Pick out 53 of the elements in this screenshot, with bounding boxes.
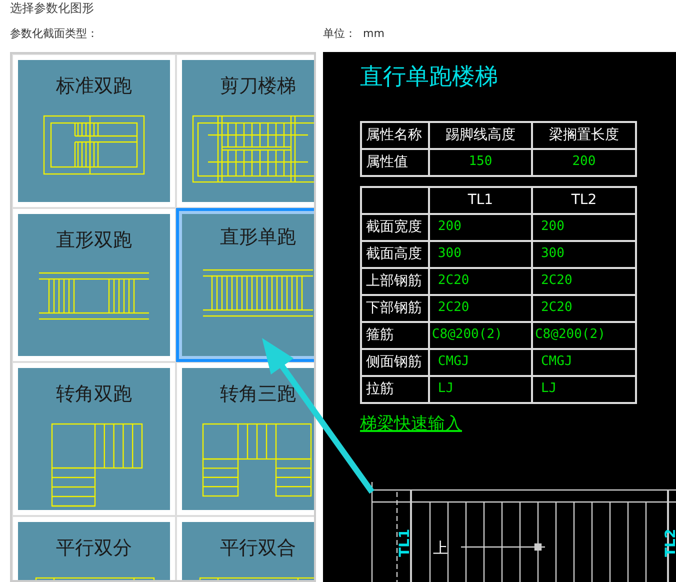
table-header-cell: TL1 (428, 186, 532, 214)
table-cell: 300 (532, 240, 636, 268)
stair-type-option[interactable]: 剪刀楼梯 (182, 60, 314, 202)
table-cell: 箍筋 (361, 322, 429, 348)
stair-type-option[interactable]: 直形双跑 (18, 214, 170, 356)
table-cell: 2C20 (532, 294, 636, 322)
stair-type-option[interactable]: 直形单跑 (179, 211, 314, 359)
stair-plan-icon (202, 422, 312, 496)
table-cell: 2C20 (428, 294, 532, 322)
direction-label: 上 (433, 539, 448, 557)
table-cell: 下部钢筋 (361, 294, 429, 322)
beam-label: TL2 (663, 528, 676, 557)
table-cell: 上部钢筋 (361, 268, 429, 294)
section-label: 参数化截面类型： (10, 26, 98, 42)
beam-label: TL1 (397, 528, 413, 557)
stair-plan-icon (39, 272, 149, 320)
dialog-title: 选择参数化图形 (9, 0, 95, 16)
stair-type-option[interactable]: 转角三跑 (182, 368, 314, 510)
table-header-cell: 属性名称 (361, 122, 429, 148)
quick-input-link[interactable]: 梯梁快速输入 (360, 412, 462, 437)
table-cell: 截面高度 (361, 240, 429, 268)
stair-type-option[interactable]: 平行双合 (182, 522, 314, 580)
stair-type-option[interactable]: 平行双分 (18, 522, 170, 580)
stair-plan-icon (43, 114, 145, 174)
stair-plan-icon (203, 268, 313, 316)
table-header-cell: TL2 (532, 186, 636, 214)
table-cell: 2C20 (428, 268, 532, 294)
table-header-cell: 踢脚线高度 (428, 122, 532, 148)
stair-plan-icon (51, 422, 143, 506)
table-cell: 属性值 (361, 148, 429, 176)
table-cell: C8@200(2) (532, 322, 636, 348)
table-cell: CMGJ (532, 348, 636, 376)
stair-type-option[interactable]: 标准双跑 (18, 60, 170, 202)
stair-type-option[interactable]: 转角双跑 (18, 368, 170, 510)
table-cell: CMGJ (428, 348, 532, 376)
table-cell: 侧面钢筋 (361, 348, 429, 376)
table-cell: 150 (428, 148, 532, 176)
table-header-cell: 梁搁置长度 (532, 122, 636, 148)
table-cell: 200 (428, 214, 532, 240)
table-cell: 200 (532, 214, 636, 240)
stair-plan-icon (199, 576, 314, 580)
stair-plan-icon (192, 114, 314, 182)
table-cell: 2C20 (532, 268, 636, 294)
table-cell: C8@200(2) (428, 322, 532, 348)
table-cell: 截面宽度 (361, 214, 429, 240)
table-cell: 200 (532, 148, 636, 176)
unit-label: 单位： mm (323, 26, 384, 42)
table-cell: 300 (428, 240, 532, 268)
preview-title: 直行单跑楼梯 (360, 63, 499, 92)
table-cell: LJ (532, 376, 636, 402)
table-cell: 拉筋 (361, 376, 429, 402)
table-cell: LJ (428, 376, 532, 402)
stair-plan-icon (35, 576, 155, 580)
